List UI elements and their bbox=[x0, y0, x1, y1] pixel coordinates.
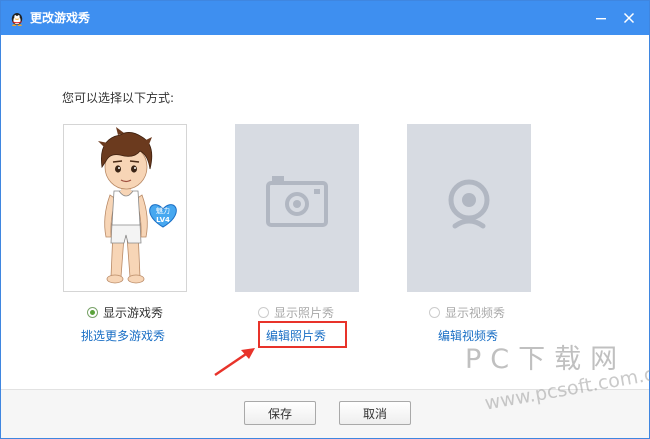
dialog-window: 更改游戏秀 您可以选择以下方式: 魅力 LV4 显示游戏秀 显示照片秀 显示视频… bbox=[0, 0, 650, 439]
camera-icon bbox=[266, 176, 328, 227]
charm-badge-label: 魅力 bbox=[156, 206, 170, 215]
annotation-highlight-box bbox=[258, 321, 347, 348]
radio-video-show-indicator[interactable] bbox=[429, 306, 440, 318]
annotation-arrow-icon bbox=[214, 348, 255, 377]
window-title: 更改游戏秀 bbox=[30, 11, 91, 25]
radio-game-show-indicator[interactable] bbox=[87, 306, 98, 318]
save-button[interactable]: 保存 bbox=[244, 401, 316, 425]
radio-video-show-label[interactable]: 显示视频秀 bbox=[445, 304, 505, 321]
webcam-icon bbox=[448, 179, 490, 229]
qq-penguin-icon bbox=[11, 13, 23, 26]
radio-photo-show-label[interactable]: 显示照片秀 bbox=[274, 304, 334, 321]
choose-more-game-show-link[interactable]: 挑选更多游戏秀 bbox=[81, 327, 165, 344]
avatar-figure: 魅力 LV4 bbox=[98, 127, 177, 284]
minimize-icon[interactable] bbox=[591, 8, 611, 28]
instruction-text: 您可以选择以下方式: bbox=[62, 91, 175, 105]
radio-game-show[interactable]: 显示游戏秀 bbox=[87, 304, 163, 320]
radio-game-show-label[interactable]: 显示游戏秀 bbox=[103, 304, 163, 321]
edit-video-show-link[interactable]: 编辑视频秀 bbox=[438, 327, 498, 344]
close-icon[interactable] bbox=[619, 8, 639, 28]
photo-show-preview bbox=[235, 124, 359, 292]
video-show-preview bbox=[407, 124, 531, 292]
cancel-button[interactable]: 取消 bbox=[339, 401, 411, 425]
charm-badge-level: LV4 bbox=[156, 216, 170, 224]
radio-photo-show-indicator[interactable] bbox=[258, 306, 269, 318]
game-show-preview[interactable]: 魅力 LV4 bbox=[63, 124, 187, 292]
radio-video-show[interactable]: 显示视频秀 bbox=[429, 304, 505, 320]
radio-photo-show[interactable]: 显示照片秀 bbox=[258, 304, 334, 320]
title-bar[interactable]: 更改游戏秀 bbox=[1, 1, 649, 35]
footer-bar bbox=[1, 390, 649, 438]
